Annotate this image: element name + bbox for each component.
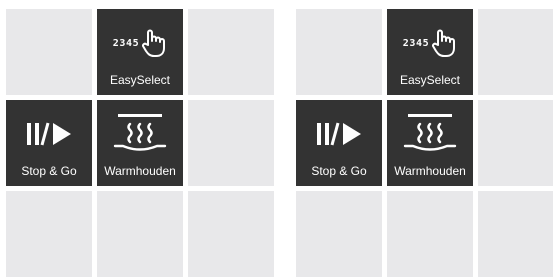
empty-tile — [6, 191, 92, 277]
pause-play-icon — [315, 106, 363, 162]
easyselect-button[interactable]: 2345 EasySelect — [387, 9, 473, 95]
stop-go-label: Stop & Go — [311, 164, 367, 178]
warmhouden-button[interactable]: Warmhouden — [387, 100, 473, 186]
warmhouden-button[interactable]: Warmhouden — [97, 100, 183, 186]
keep-warm-icon — [107, 106, 173, 162]
easyselect-icon: 2345 — [113, 15, 167, 71]
empty-tile — [478, 191, 553, 277]
warmhouden-label: Warmhouden — [104, 164, 176, 178]
stop-go-label: Stop & Go — [21, 164, 77, 178]
empty-tile — [387, 191, 473, 277]
pause-play-icon — [25, 106, 73, 162]
easyselect-icon: 2345 — [403, 15, 457, 71]
empty-tile — [97, 191, 183, 277]
keep-warm-icon — [397, 106, 463, 162]
button-panel-left: 2345 EasySelect Stop & Go Warmhouden — [6, 9, 274, 277]
easyselect-label: EasySelect — [109, 73, 171, 87]
empty-tile — [188, 9, 274, 95]
warmhouden-label: Warmhouden — [394, 164, 466, 178]
button-panel-right: 2345 EasySelect Stop & Go Warmhouden — [296, 9, 553, 277]
hand-pointer-icon — [142, 29, 166, 57]
easyselect-number: 2345 — [402, 37, 430, 49]
empty-tile — [296, 9, 382, 95]
empty-tile — [478, 100, 553, 186]
stop-go-button[interactable]: Stop & Go — [296, 100, 382, 186]
empty-tile — [478, 9, 553, 95]
empty-tile — [296, 191, 382, 277]
empty-tile — [188, 191, 274, 277]
easyselect-label: EasySelect — [399, 73, 461, 87]
easyselect-number: 2345 — [112, 37, 140, 49]
easyselect-button[interactable]: 2345 EasySelect — [97, 9, 183, 95]
empty-tile — [6, 9, 92, 95]
hand-pointer-icon — [432, 29, 456, 57]
empty-tile — [188, 100, 274, 186]
stop-go-button[interactable]: Stop & Go — [6, 100, 92, 186]
